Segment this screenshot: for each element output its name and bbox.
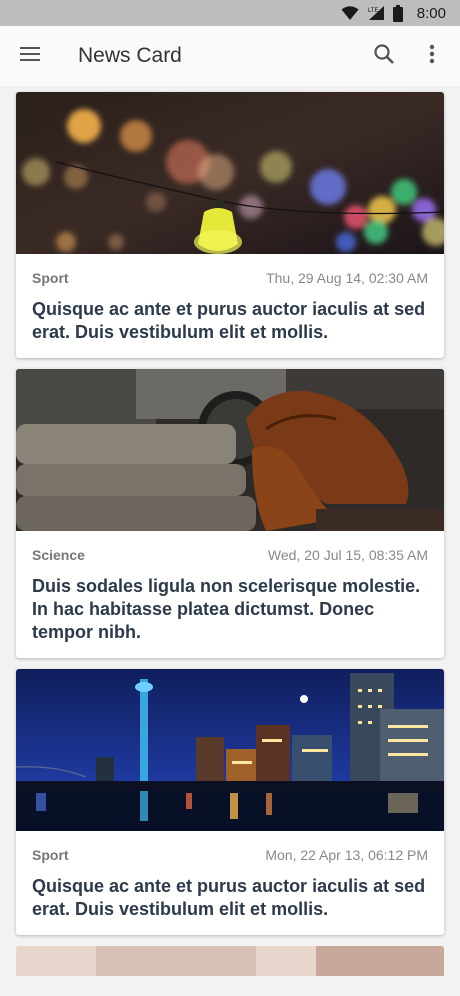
battery-icon [392,4,403,22]
card-meta: Science Wed, 20 Jul 15, 08:35 AM [32,547,428,563]
status-time: 8:00 [416,4,446,22]
more-options-button[interactable] [408,26,456,86]
wifi-icon [341,5,359,21]
app-bar: News Card [0,26,460,86]
card-date: Wed, 20 Jul 15, 08:35 AM [267,547,428,563]
card-meta: Sport Mon, 22 Apr 13, 06:12 PM [32,847,428,863]
news-card[interactable]: Science Wed, 20 Jul 15, 08:35 AM Duis so… [16,369,444,658]
hamburger-menu-icon [19,46,41,67]
page-title: News Card [78,44,182,67]
search-button[interactable] [360,26,408,86]
card-headline: Quisque ac ante et purus auctor iaculis … [32,299,426,342]
card-category: Sport [32,847,69,863]
search-icon [373,43,395,70]
card-image-night-city [16,669,444,831]
more-vert-icon [429,44,435,69]
network-type-label: LTE [368,8,379,14]
card-category: Science [32,547,85,563]
card-body: Sport Thu, 29 Aug 14, 02:30 AM Quisque a… [16,254,444,358]
card-headline: Duis sodales ligula non scelerisque mole… [32,576,421,642]
card-image-bokeh-lights [16,92,444,254]
card-headline: Quisque ac ante et purus auctor iaculis … [32,876,426,919]
card-date: Thu, 29 Aug 14, 02:30 AM [266,270,428,286]
cellular-signal-icon: LTE [367,5,385,21]
news-card-partial[interactable] [16,946,444,976]
card-meta: Sport Thu, 29 Aug 14, 02:30 AM [32,270,428,286]
status-bar: LTE 8:00 [0,0,460,26]
card-date: Mon, 22 Apr 13, 06:12 PM [265,847,428,863]
menu-button[interactable] [0,26,60,86]
card-category: Sport [32,270,69,286]
card-body: Sport Mon, 22 Apr 13, 06:12 PM Quisque a… [16,831,444,935]
news-card[interactable]: Sport Thu, 29 Aug 14, 02:30 AM Quisque a… [16,92,444,358]
card-image-shoes-and-clothes [16,369,444,531]
news-feed: Sport Thu, 29 Aug 14, 02:30 AM Quisque a… [16,92,444,976]
news-card[interactable]: Sport Mon, 22 Apr 13, 06:12 PM Quisque a… [16,669,444,935]
card-body: Science Wed, 20 Jul 15, 08:35 AM Duis so… [16,531,444,658]
